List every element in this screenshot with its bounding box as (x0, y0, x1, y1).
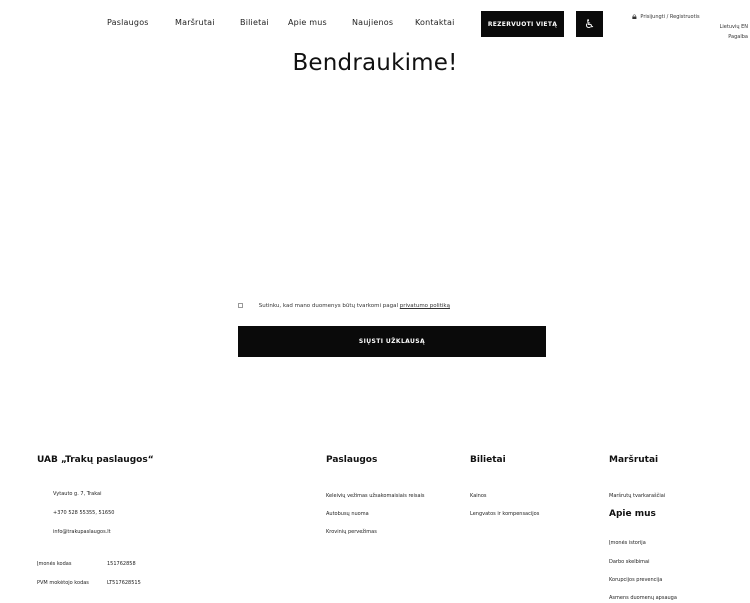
login-link[interactable]: Prisijungti / Registruotis (640, 14, 699, 20)
company-email[interactable]: info@trakupaslaugos.lt (53, 529, 111, 535)
tickets-heading: Bilietai (470, 455, 506, 465)
top-navigation: Paslaugos Maršrutai Bilietai Apie mus Na… (0, 8, 750, 40)
nav-link-about[interactable]: Apie mus (288, 18, 327, 27)
footer-link[interactable]: Korupcijos prevencija (609, 577, 662, 583)
footer-services: Paslaugos Keleivių vežimas užsakomaisiai… (326, 455, 456, 535)
footer-link[interactable]: Kainos (470, 493, 486, 499)
company-address: Vytauto g. 7, Trakai (53, 491, 102, 497)
footer-link[interactable]: Darbo skelbimai (609, 559, 649, 565)
company-name: UAB „Trakų paslaugos“ (37, 455, 154, 465)
footer-link[interactable]: Keleivių vežimas užsakomaisiais reisais (326, 493, 425, 499)
footer-link[interactable]: Krovinių pervežimas (326, 529, 377, 535)
nav-link-contacts[interactable]: Kontaktai (415, 18, 455, 27)
footer-link[interactable]: Lengvatos ir kompensacijos (470, 511, 539, 517)
routes-heading: Maršrutai (609, 455, 659, 465)
nav-link-news[interactable]: Naujienos (352, 18, 393, 27)
footer-tickets: Bilietai Kainos Lengvatos ir kompensacij… (470, 455, 590, 517)
footer-company: UAB „Trakų paslaugos“ Vytauto g. 7, Trak… (37, 455, 237, 586)
nav-link-routes[interactable]: Maršrutai (175, 18, 215, 27)
company-code: 151762858 (107, 561, 136, 567)
footer: UAB „Trakų paslaugos“ Vytauto g. 7, Trak… (0, 455, 750, 603)
reserve-button[interactable]: Rezervuoti vietą (481, 11, 564, 37)
footer-link[interactable]: Maršrutų tvarkaraščiai (609, 493, 665, 499)
page-title: Bendraukime! (292, 50, 458, 76)
accessibility-button[interactable]: ♿ (576, 11, 603, 37)
help-link[interactable]: Pagalba (632, 32, 750, 42)
vat-code-label: PVM mokėtojo kodas (37, 580, 89, 586)
nav-link-services[interactable]: Paslaugos (107, 18, 149, 27)
submit-button[interactable]: Siųsti užklausą (238, 326, 546, 357)
footer-link[interactable]: Autobusų nuoma (326, 511, 369, 517)
company-phone[interactable]: +370 528 55355, 51650 (53, 510, 114, 516)
services-heading: Paslaugos (326, 455, 378, 465)
consent-row: Sutinku, kad mano duomenys būtų tvarkomi… (238, 303, 546, 309)
account-menu: 🔒︎ Prisijungti / Registruotis Lietuvių E… (632, 12, 750, 42)
consent-checkbox[interactable] (238, 303, 243, 308)
privacy-policy-link[interactable]: privatumo politiką (400, 303, 450, 309)
language-switch[interactable]: Lietuvių EN (632, 22, 750, 32)
footer-link[interactable]: Asmens duomenų apsauga (609, 595, 677, 601)
footer-link[interactable]: Įmonės istorija (609, 540, 646, 546)
accessibility-icon: ♿ (584, 17, 595, 31)
vat-code: LT517628515 (107, 580, 141, 586)
company-code-label: Įmonės kodas (37, 561, 72, 567)
lock-icon: 🔒︎ (632, 12, 637, 22)
footer-routes: Maršrutai Maršrutų tvarkaraščiai Apie mu… (609, 455, 749, 601)
about-heading: Apie mus (609, 509, 656, 519)
nav-link-tickets[interactable]: Bilietai (240, 18, 269, 27)
consent-text: Sutinku, kad mano duomenys būtų tvarkomi… (258, 303, 399, 309)
